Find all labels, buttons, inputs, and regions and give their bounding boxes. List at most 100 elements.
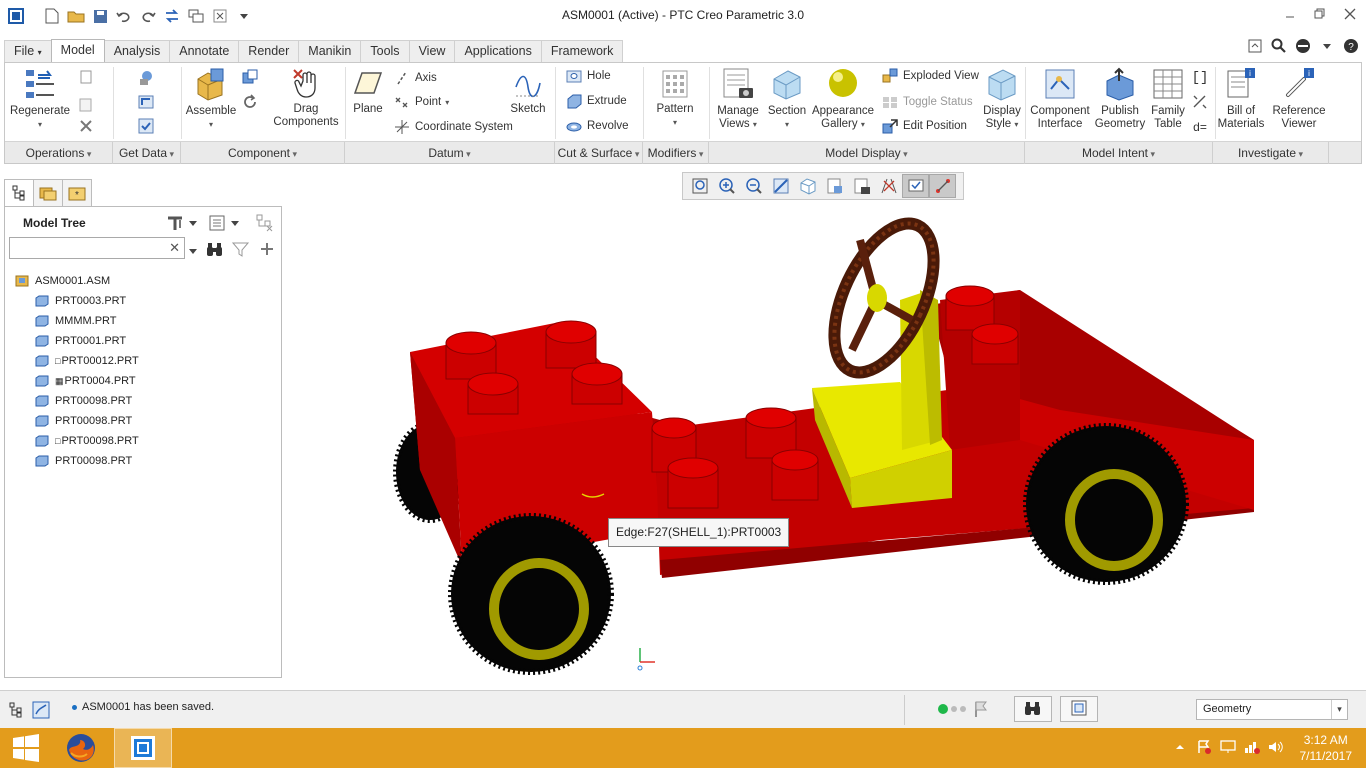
perspective-view-icon[interactable] (875, 174, 902, 198)
exploded-view-button[interactable]: Exploded View (881, 67, 979, 85)
community-dropdown-icon[interactable] (1318, 37, 1336, 55)
display-tray-icon[interactable] (1220, 739, 1236, 755)
taskbar-clock[interactable]: 3:12 AM 7/11/2017 (1300, 732, 1353, 764)
manage-views-button[interactable]: Manage Views ▾ (709, 67, 767, 131)
tree-item[interactable]: □ PRT00012.PRT (15, 351, 139, 371)
relations-icon[interactable]: [] (1191, 67, 1209, 85)
group-model-display[interactable]: Model Display (709, 142, 1025, 164)
tree-item[interactable]: PRT00098.PRT (15, 411, 139, 431)
close-icon[interactable] (1342, 6, 1358, 22)
group-get-data[interactable]: Get Data (113, 142, 181, 164)
flag-icon[interactable] (972, 700, 990, 718)
axis-button[interactable]: Axis (393, 69, 437, 87)
tree-item[interactable]: PRT00098.PRT (15, 391, 139, 411)
tree-settings-dropdown-icon[interactable] (187, 213, 199, 233)
tree-item[interactable]: PRT0003.PRT (15, 291, 139, 311)
display-style-view-icon[interactable] (794, 174, 821, 198)
component-interface-button[interactable]: Component Interface (1029, 67, 1091, 131)
folder-browser-tab[interactable] (33, 179, 63, 207)
network-tray-icon[interactable] (1244, 739, 1260, 755)
firefox-taskbar-button[interactable] (58, 728, 104, 768)
group-model-intent[interactable]: Model Intent (1025, 142, 1213, 164)
family-table-button[interactable]: Family Table (1147, 67, 1189, 131)
model-tree-tab[interactable] (4, 179, 34, 207)
tree-filter-icon[interactable] (255, 213, 275, 233)
regenerate-button[interactable]: Regenerate ▾ (9, 67, 71, 131)
tree-root-node[interactable]: ASM0001.ASM (15, 271, 139, 291)
copy-icon[interactable] (77, 69, 95, 87)
group-datum[interactable]: Datum (345, 142, 555, 164)
tab-file[interactable]: File ▾ (4, 40, 52, 62)
view-manager-icon[interactable] (848, 174, 875, 198)
show-hidden-icons-icon[interactable] (1172, 739, 1188, 755)
saved-orientations-icon[interactable] (821, 174, 848, 198)
clear-search-icon[interactable]: ✕ (169, 240, 180, 256)
tree-item[interactable]: ▦ PRT0004.PRT (15, 371, 139, 391)
repaint-icon[interactable] (767, 174, 794, 198)
tab-analysis[interactable]: Analysis (103, 40, 171, 62)
display-style-button[interactable]: Display Style ▾ (979, 67, 1025, 131)
graphics-window[interactable] (284, 166, 1366, 688)
volume-tray-icon[interactable] (1268, 739, 1284, 755)
publish-geometry-button[interactable]: Publish Geometry (1091, 67, 1149, 131)
tab-annotate[interactable]: Annotate (169, 40, 240, 62)
show-navigator-icon[interactable] (8, 701, 26, 719)
switch-dimensions-icon[interactable] (1191, 93, 1209, 111)
add-icon[interactable] (257, 239, 277, 259)
group-modifiers[interactable]: Modifiers (643, 142, 709, 164)
reference-viewer-button[interactable]: i Reference Viewer (1267, 67, 1331, 131)
tree-item[interactable]: MMMM.PRT (15, 311, 139, 331)
find-button[interactable] (1014, 696, 1052, 722)
car-model[interactable] (284, 166, 1366, 688)
search-dropdown-icon[interactable] (187, 241, 199, 261)
creo-taskbar-button[interactable] (114, 728, 172, 768)
show-options-icon[interactable] (207, 213, 227, 233)
minimize-icon[interactable] (1282, 6, 1298, 22)
favorites-tab[interactable]: * (62, 179, 92, 207)
revolve-button[interactable]: Revolve (565, 117, 629, 135)
tree-item[interactable]: □ PRT00098.PRT (15, 431, 139, 451)
paste-icon[interactable] (77, 95, 95, 113)
delete-icon[interactable] (77, 117, 95, 135)
user-defined-feature-icon[interactable] (137, 69, 155, 87)
extrude-button[interactable]: Extrude (565, 92, 627, 110)
start-button[interactable] (6, 728, 46, 768)
help-icon[interactable]: ? (1342, 37, 1360, 55)
tab-view[interactable]: View (408, 40, 456, 62)
edit-position-button[interactable]: Edit Position (881, 117, 967, 135)
tab-framework[interactable]: Framework (540, 40, 624, 62)
group-operations[interactable]: Operations (5, 142, 113, 164)
refit-icon[interactable] (686, 174, 713, 198)
coordinate-system-button[interactable]: Coordinate System (393, 118, 513, 136)
show-options-dropdown-icon[interactable] (229, 213, 241, 233)
tree-item[interactable]: PRT00098.PRT (15, 451, 139, 471)
bill-of-materials-button[interactable]: i Bill of Materials (1213, 67, 1269, 131)
sketch-button[interactable]: Sketch (509, 69, 547, 116)
shrinkwrap-icon[interactable] (137, 117, 155, 135)
assemble-button[interactable]: Assemble ▾ (183, 67, 239, 131)
minimize-ribbon-icon[interactable] (1246, 37, 1264, 55)
datum-display-filters-icon[interactable] (902, 174, 929, 198)
tab-tools[interactable]: Tools (360, 40, 410, 62)
annotation-display-icon[interactable] (929, 174, 956, 198)
hole-button[interactable]: Hole (565, 67, 611, 85)
tree-settings-icon[interactable] (165, 213, 185, 233)
group-investigate[interactable]: Investigate (1213, 142, 1329, 164)
selection-buffer-button[interactable] (1060, 696, 1098, 722)
filter-icon[interactable] (231, 239, 251, 259)
create-component-icon[interactable] (241, 69, 259, 87)
copy-geometry-icon[interactable] (137, 93, 155, 111)
show-browser-icon[interactable] (32, 701, 50, 719)
tab-applications[interactable]: Applications (454, 40, 542, 62)
section-button[interactable]: Section ▾ (767, 67, 807, 131)
tab-render[interactable]: Render (238, 40, 300, 62)
search-icon[interactable] (1270, 37, 1288, 55)
community-icon[interactable] (1294, 37, 1312, 55)
group-cut-surface[interactable]: Cut & Surface (555, 142, 643, 164)
zoom-in-icon[interactable] (713, 174, 740, 198)
tab-model[interactable]: Model (50, 39, 105, 63)
point-button[interactable]: Point ▾ (393, 93, 449, 111)
tree-search-input[interactable]: ✕ (9, 237, 185, 259)
toggle-status-button[interactable]: Toggle Status (881, 93, 973, 111)
repeat-icon[interactable] (241, 93, 259, 111)
